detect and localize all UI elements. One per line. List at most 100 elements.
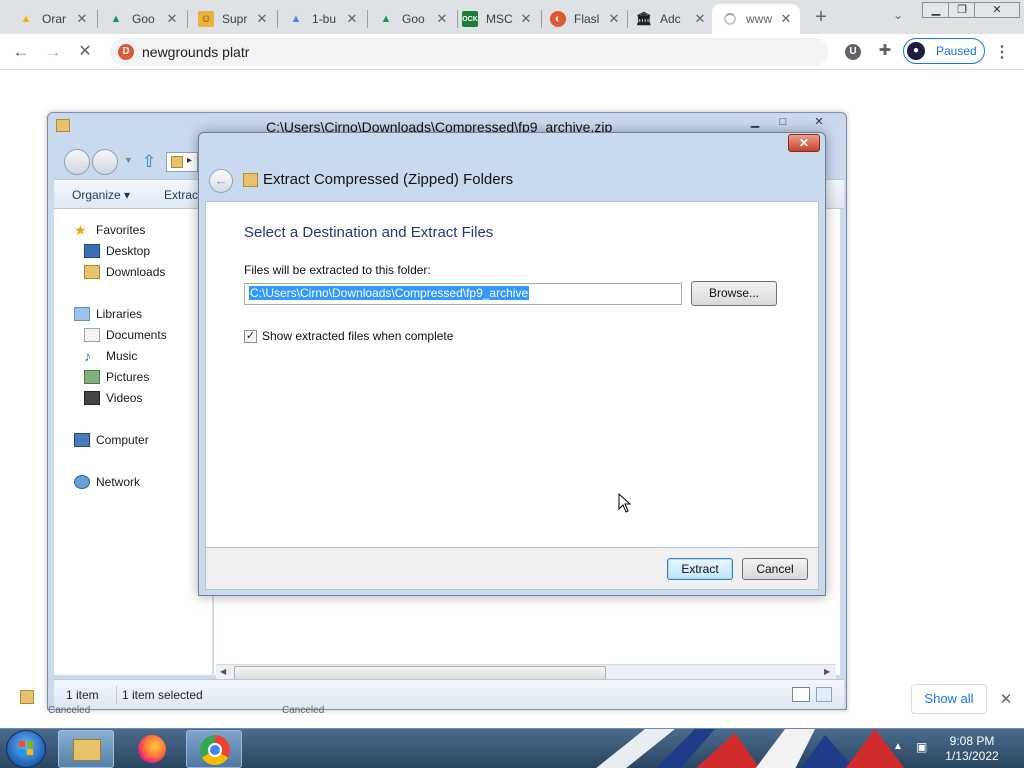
archive-org-icon: 🏛 xyxy=(635,11,653,26)
nav-music[interactable]: ♪ Music xyxy=(84,349,137,363)
close-tab-icon[interactable]: ✕ xyxy=(434,11,450,27)
close-tab-icon[interactable]: ✕ xyxy=(344,11,360,27)
organize-menu[interactable]: Organize ▾ xyxy=(72,188,130,202)
browser-tab[interactable]: 🏛 Adc ✕ xyxy=(626,4,714,34)
show-hidden-icons-icon[interactable]: ▲ xyxy=(893,741,903,752)
address-path-bar[interactable]: ▸ xyxy=(166,152,198,172)
close-window-button[interactable]: ✕ xyxy=(974,2,1020,18)
avatar: ● xyxy=(907,42,925,60)
close-tab-icon[interactable]: ✕ xyxy=(254,11,270,27)
tab-title: Goo xyxy=(132,12,155,26)
tab-search-icon[interactable]: ⌄ xyxy=(888,8,908,22)
browser-tab[interactable]: ▲ Orar ✕ xyxy=(8,4,96,34)
google-drive-icon: ▲ xyxy=(290,13,302,25)
chrome-menu-icon[interactable]: ⋮ xyxy=(994,42,1010,62)
tab-title: Supr xyxy=(222,12,248,26)
show-all-downloads-button[interactable]: Show all xyxy=(911,684,987,714)
close-shelf-icon[interactable]: ✕ xyxy=(998,690,1014,708)
star-icon: ★ xyxy=(74,222,87,238)
extension-u-icon[interactable]: U xyxy=(845,44,861,60)
new-tab-button[interactable]: + xyxy=(810,6,832,28)
nav-label: Computer xyxy=(96,433,149,447)
browser-tab[interactable]: ◐ Flasl ✕ xyxy=(540,4,628,34)
tab-title: Adc xyxy=(660,12,681,26)
address-text[interactable]: newgrounds platr xyxy=(142,44,249,60)
nav-videos[interactable]: Videos xyxy=(84,391,142,405)
dialog-footer: Extract Cancel xyxy=(205,548,819,590)
browser-tab-active[interactable]: www ✕ xyxy=(712,4,800,34)
stop-loading-icon[interactable]: ✕ xyxy=(74,42,96,62)
profile-button[interactable]: ● Paused xyxy=(903,38,985,64)
libraries-icon xyxy=(74,307,90,321)
close-tab-icon[interactable]: ✕ xyxy=(518,11,534,27)
pictures-icon xyxy=(84,370,100,384)
extract-all-button[interactable]: Extract xyxy=(164,188,201,202)
wallpaper-art xyxy=(596,729,905,768)
close-tab-icon[interactable]: ✕ xyxy=(606,11,622,27)
up-arrow-icon[interactable]: ⇧ xyxy=(142,152,156,172)
show-files-label[interactable]: Show extracted files when complete xyxy=(262,329,453,343)
chrome-icon xyxy=(200,735,230,765)
item-count: 1 item xyxy=(66,688,99,702)
tab-title: Flasl xyxy=(574,12,600,26)
start-button[interactable] xyxy=(6,730,46,768)
show-files-checkbox[interactable]: ✓ xyxy=(244,330,257,343)
forward-icon[interactable]: → xyxy=(42,42,64,62)
address-bar[interactable]: D newgrounds platr xyxy=(110,38,828,66)
taskbar-explorer[interactable] xyxy=(58,730,114,768)
close-dialog-button[interactable]: ✕ xyxy=(788,134,820,152)
forward-icon[interactable] xyxy=(92,149,118,175)
close-window-button[interactable]: ✕ xyxy=(804,115,834,131)
ock-icon: OCK xyxy=(462,11,478,27)
extract-button[interactable]: Extract xyxy=(667,558,733,580)
large-icons-view-icon[interactable] xyxy=(816,687,832,702)
scrollbar-thumb[interactable] xyxy=(234,666,606,680)
nav-network[interactable]: Network xyxy=(74,475,140,489)
details-view-icon[interactable] xyxy=(792,687,810,702)
close-tab-icon[interactable]: ✕ xyxy=(164,11,180,27)
close-tab-icon[interactable]: ✕ xyxy=(778,11,794,27)
dialog-title: Extract Compressed (Zipped) Folders xyxy=(263,171,514,188)
clock[interactable]: 9:08 PM 1/13/2022 xyxy=(938,734,1006,764)
profile-status: Paused xyxy=(936,44,977,58)
network-tray-icon[interactable]: ▣ xyxy=(916,740,932,754)
browse-button[interactable]: Browse... xyxy=(691,281,777,306)
history-dropdown-icon[interactable]: ▼ xyxy=(124,155,133,165)
nav-libraries[interactable]: Libraries xyxy=(74,307,142,321)
nav-computer[interactable]: Computer xyxy=(74,433,149,447)
browser-tab[interactable]: ☺ Supr ✕ xyxy=(188,4,276,34)
music-icon: ♪ xyxy=(84,348,91,364)
nav-downloads[interactable]: Downloads xyxy=(84,265,165,279)
cancel-button[interactable]: Cancel xyxy=(742,558,808,580)
close-tab-icon[interactable]: ✕ xyxy=(74,11,90,27)
taskbar-chrome[interactable] xyxy=(186,730,242,768)
destination-path-input[interactable]: C:\Users\Cirno\Downloads\Compressed\fp9_… xyxy=(244,283,682,305)
download-file-icon[interactable] xyxy=(20,690,34,704)
nav-desktop[interactable]: Desktop xyxy=(84,244,150,258)
browser-tab[interactable]: ▲ Goo ✕ xyxy=(368,4,456,34)
minimize-button[interactable]: ▁ xyxy=(922,2,950,18)
scroll-right-icon[interactable]: ▶ xyxy=(824,667,830,676)
selected-count: 1 item selected xyxy=(122,688,203,702)
scroll-left-icon[interactable]: ◀ xyxy=(220,667,226,676)
close-tab-icon[interactable]: ✕ xyxy=(692,11,708,27)
maximize-button[interactable]: □ xyxy=(770,115,796,131)
restore-button[interactable]: ❐ xyxy=(948,2,976,18)
nav-label: Documents xyxy=(106,328,167,342)
navigation-pane: ★ Favorites Desktop Downloads Libraries … xyxy=(54,209,213,675)
nav-pictures[interactable]: Pictures xyxy=(84,370,149,384)
documents-icon xyxy=(84,328,100,342)
minimize-button[interactable]: ▁ xyxy=(742,115,768,131)
google-drive-icon: ▲ xyxy=(380,13,392,25)
taskbar-firefox[interactable] xyxy=(124,730,180,768)
browser-tab[interactable]: ▲ 1-bu ✕ xyxy=(278,4,366,34)
nav-documents[interactable]: Documents xyxy=(84,328,167,342)
back-icon[interactable]: ← xyxy=(10,42,32,62)
back-icon[interactable]: ← xyxy=(209,169,233,193)
nav-favorites[interactable]: ★ Favorites xyxy=(74,223,145,237)
browser-tab[interactable]: ▲ Goo ✕ xyxy=(98,4,186,34)
browser-tab[interactable]: OCK MSC ✕ xyxy=(452,4,540,34)
extensions-puzzle-icon[interactable]: ✚ xyxy=(876,42,894,60)
chevron-right-icon: ▸ xyxy=(187,155,193,166)
back-icon[interactable] xyxy=(64,149,90,175)
